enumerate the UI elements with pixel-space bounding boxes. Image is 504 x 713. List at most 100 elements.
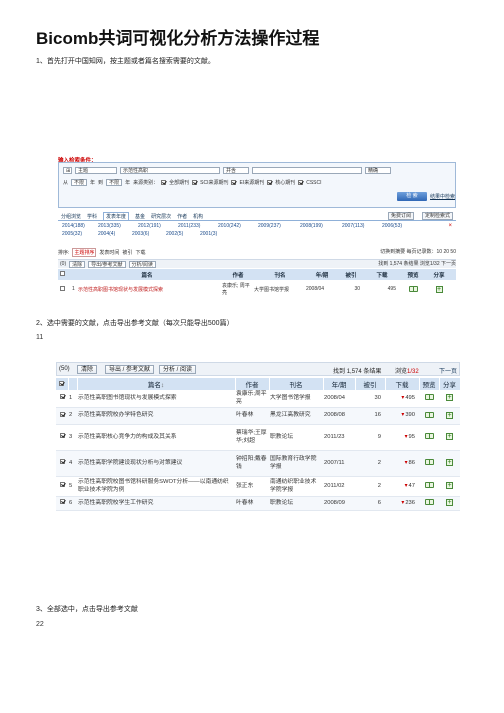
article-journal[interactable]: 南通纺织职业技术学院学报 <box>269 476 323 497</box>
tab-group-browse[interactable]: 分组浏览 <box>61 213 81 220</box>
share-plus-icon[interactable]: + <box>439 450 460 477</box>
article-downloads[interactable]: ▾390 <box>385 407 419 425</box>
year-filter-item[interactable]: 2011(233) <box>178 223 200 229</box>
page-size-options[interactable]: 切换到摘要 每页记录数：10 20 50 <box>380 248 456 255</box>
search-in-results-link[interactable]: 结果中检索 <box>430 193 455 200</box>
checkbox-ei[interactable] <box>231 180 237 185</box>
article-journal[interactable]: 黑龙江高教研究 <box>269 407 323 425</box>
col-author[interactable]: 作者 <box>235 378 270 390</box>
preview-book-icon[interactable] <box>419 496 439 511</box>
article-downloads[interactable]: ▾236 <box>385 496 419 511</box>
preview-book-icon[interactable] <box>419 424 439 451</box>
sort-option[interactable]: 被引 <box>122 249 132 256</box>
article-cited[interactable]: 6 <box>355 496 385 511</box>
year-filter-item[interactable]: 2001(3) <box>200 231 217 237</box>
export-references-button[interactable]: 导出/参考文献 <box>88 260 126 268</box>
preview-book-icon[interactable] <box>419 450 439 477</box>
article-author[interactable]: 张正东 <box>235 476 269 497</box>
row-checkbox[interactable] <box>56 390 68 408</box>
row-checkbox[interactable] <box>56 450 68 477</box>
analyze-read-button[interactable]: 分析/阅读 <box>128 260 156 268</box>
article-cited[interactable]: 30 <box>338 286 364 292</box>
custom-query-button[interactable]: 定制检索式 <box>422 212 454 220</box>
article-downloads[interactable]: ▾495 <box>385 390 419 408</box>
year-filter-item[interactable]: 2006(53) <box>382 223 402 229</box>
article-journal[interactable]: 职教论坛 <box>269 496 323 511</box>
preview-book-icon[interactable] <box>400 285 426 292</box>
sort-option[interactable]: 下载 <box>135 249 145 256</box>
col-journal[interactable]: 刊名 <box>269 378 324 390</box>
share-plus-icon[interactable]: + <box>426 285 452 293</box>
year-filter-item[interactable]: 2010(242) <box>218 223 241 229</box>
from-year-select[interactable]: 不限 <box>71 179 88 186</box>
year-filter-item[interactable]: 2002(5) <box>166 231 183 237</box>
checkbox-core[interactable] <box>267 180 273 185</box>
row-checkbox[interactable] <box>56 424 68 451</box>
tab-subject[interactable]: 学科 <box>87 213 97 220</box>
col-downloads[interactable]: 下载 <box>385 378 420 390</box>
year-filter-item[interactable]: 2003(6) <box>132 231 149 237</box>
article-cited[interactable]: 2 <box>355 476 385 497</box>
clear-button[interactable]: 清除 <box>69 260 86 268</box>
search-term-input[interactable]: 示范性高职 <box>120 167 220 174</box>
tab-level[interactable]: 研究层次 <box>151 213 171 220</box>
article-title-link[interactable]: 示范性高职图书馆现状与发展模式探索 <box>77 390 235 408</box>
field-select[interactable]: 主题 <box>75 167 117 174</box>
free-subscribe-button[interactable]: 免费订阅 <box>388 212 415 220</box>
article-title-link[interactable]: 示范性高职院校图书馆科研服务SWOT分析——以南通纺织职业技术学院为例 <box>77 476 235 497</box>
row-checkbox[interactable] <box>58 285 72 293</box>
article-title-link[interactable]: 示范性高职核心竞争力的构成及其关系 <box>77 424 235 451</box>
tab-author[interactable]: 作者 <box>177 213 187 220</box>
operator-select[interactable]: 并含 <box>223 167 249 174</box>
year-filter-item[interactable]: 2004(4) <box>98 231 115 237</box>
preview-book-icon[interactable] <box>419 476 439 497</box>
add-row-button[interactable]: ⊞ <box>63 167 72 174</box>
article-title-link[interactable]: 示范性高职图书馆现状与发展模式探索 <box>78 286 222 293</box>
share-plus-icon[interactable]: + <box>439 424 460 451</box>
second-term-input[interactable] <box>252 167 362 174</box>
tab-year[interactable]: 发表年度 <box>103 211 130 221</box>
article-downloads[interactable]: ▾86 <box>385 450 419 477</box>
col-downloads[interactable]: 下载 <box>364 271 400 279</box>
analyze-read-button[interactable]: 分析 / 阅读 <box>159 365 197 374</box>
match-select[interactable]: 精确 <box>365 167 391 174</box>
article-cited[interactable]: 16 <box>355 407 385 425</box>
col-title[interactable]: 篇名 <box>72 271 222 279</box>
col-cited[interactable]: 被引 <box>355 378 386 390</box>
share-plus-icon[interactable]: + <box>439 390 460 408</box>
col-journal[interactable]: 刊名 <box>254 271 306 279</box>
article-cited[interactable]: 30 <box>355 390 385 408</box>
share-plus-icon[interactable]: + <box>439 476 460 497</box>
checkbox-all-journals[interactable] <box>161 180 167 185</box>
row-checkbox[interactable] <box>56 496 68 511</box>
article-downloads[interactable]: ▾47 <box>385 476 419 497</box>
tab-institution[interactable]: 机构 <box>193 213 203 220</box>
article-author[interactable]: 叶春林 <box>235 496 269 511</box>
article-cited[interactable]: 2 <box>355 450 385 477</box>
year-filter-item[interactable]: 2008(199) <box>300 223 323 229</box>
close-icon[interactable]: × <box>448 223 452 229</box>
col-author[interactable]: 作者 <box>222 271 254 279</box>
article-author[interactable]: 袁康乐; 周平亮 <box>222 282 254 296</box>
year-filter-item[interactable]: 2012(191) <box>138 223 161 229</box>
article-journal[interactable]: 职教论坛 <box>269 424 323 451</box>
checkbox-cssci[interactable] <box>298 180 304 185</box>
article-author[interactable]: 蔡瑞华;王厚华;刘超 <box>235 424 269 451</box>
article-journal[interactable]: 国际教育行政学院学报 <box>269 450 323 477</box>
preview-book-icon[interactable] <box>419 407 439 425</box>
year-filter-item[interactable]: 2014(188) <box>62 223 85 229</box>
article-title-link[interactable]: 示范性高职院校学生工作研究 <box>77 496 235 511</box>
search-button[interactable]: 检 索 <box>397 192 427 201</box>
share-plus-icon[interactable]: + <box>439 407 460 425</box>
col-issue[interactable]: 年/期 <box>323 378 356 390</box>
preview-book-icon[interactable] <box>419 390 439 408</box>
select-all-checkbox[interactable] <box>58 271 72 278</box>
row-checkbox[interactable] <box>56 476 68 497</box>
article-author[interactable]: 钟招阳;戴春钱 <box>235 450 269 477</box>
col-title[interactable]: 篇名↕ <box>77 378 236 390</box>
to-year-select[interactable]: 不限 <box>106 179 123 186</box>
article-downloads[interactable]: ▾95 <box>385 424 419 451</box>
checkbox-sci[interactable] <box>192 180 198 185</box>
article-title-link[interactable]: 示范性高职学院建设现状分析与对策建议 <box>77 450 235 477</box>
year-filter-item[interactable]: 2005(32) <box>62 231 82 237</box>
